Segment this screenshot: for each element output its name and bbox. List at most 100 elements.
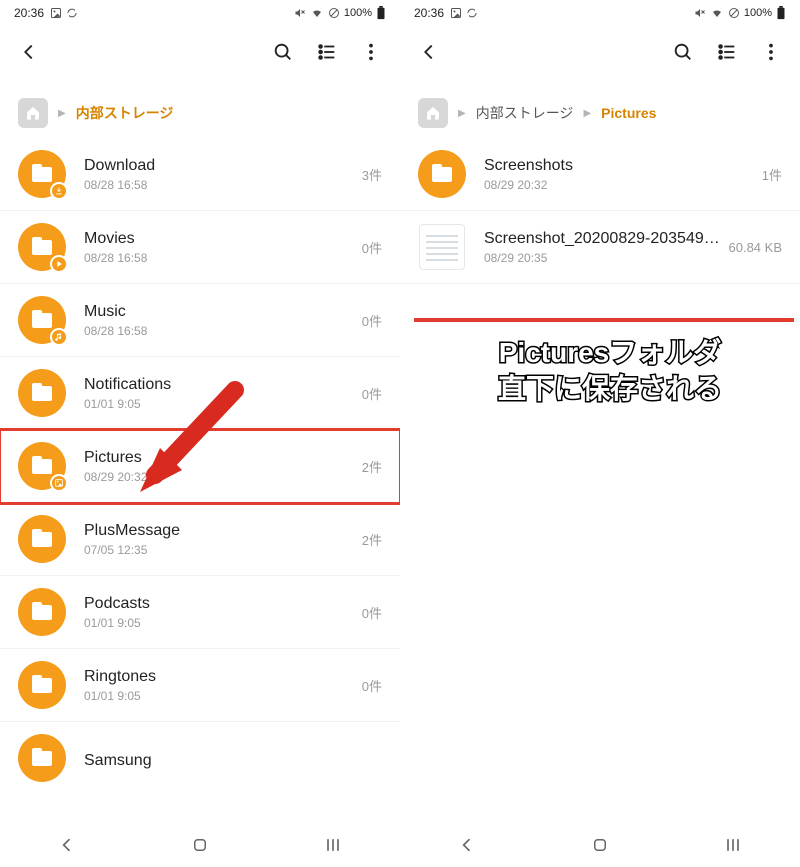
folder-icon: [18, 661, 66, 709]
folder-row-music[interactable]: Music08/28 16:580件: [0, 284, 400, 357]
search-button[interactable]: [264, 33, 302, 71]
folder-name: Notifications: [84, 375, 354, 394]
folder-icon: [18, 369, 66, 417]
recents-icon: [323, 835, 343, 855]
folder-row-notifications[interactable]: Notifications01/01 9:050件: [0, 357, 400, 430]
search-icon: [672, 41, 694, 63]
no-sim-icon: [328, 7, 340, 19]
folder-row-samsung[interactable]: Samsung: [0, 722, 400, 782]
folder-icon: [18, 150, 66, 198]
file-thumbnail: [418, 223, 466, 271]
breadcrumb-home[interactable]: [18, 98, 48, 128]
file-row-screenshot-20200829-203549-png[interactable]: Screenshot_20200829-203549.png08/29 20:3…: [400, 211, 800, 284]
breadcrumb-sep: ▶: [583, 108, 591, 119]
folder-row-movies[interactable]: Movies08/28 16:580件: [0, 211, 400, 284]
image-icon: [450, 7, 462, 19]
download-badge-icon: [50, 182, 68, 200]
list-view-icon: [316, 41, 338, 63]
breadcrumb-item-internal-storage[interactable]: 内部ストレージ: [476, 103, 574, 123]
breadcrumb-sep: ▶: [458, 108, 466, 119]
status-bar: 20:36 100%: [0, 0, 400, 24]
folder-count: 0件: [362, 676, 382, 695]
item-name: Screenshot_20200829-203549.png: [484, 229, 721, 248]
item-name: Screenshots: [484, 156, 754, 175]
folder-date: 08/28 16:58: [84, 251, 354, 265]
view-toggle-button[interactable]: [308, 33, 346, 71]
nav-home-button[interactable]: [169, 828, 231, 862]
folder-icon: [18, 588, 66, 636]
breadcrumb-item-internal-storage[interactable]: 内部ストレージ: [76, 103, 174, 123]
folder-row-screenshots[interactable]: Screenshots 08/29 20:32 1件: [400, 138, 800, 211]
nav-recents-button[interactable]: [301, 827, 365, 863]
nav-recents-button[interactable]: [701, 827, 765, 863]
recents-icon: [723, 835, 743, 855]
status-bar: 20:36 100%: [400, 0, 800, 24]
wifi-icon: [710, 7, 724, 19]
more-button[interactable]: [352, 33, 390, 71]
chevron-left-icon: [18, 41, 40, 63]
folder-name: Pictures: [84, 448, 354, 467]
folder-count: 2件: [362, 457, 382, 476]
item-date: 08/29 20:32: [484, 178, 754, 192]
folder-icon: [18, 223, 66, 271]
search-button[interactable]: [664, 33, 702, 71]
folder-count: 0件: [362, 603, 382, 622]
mute-icon: [294, 7, 306, 19]
folder-row-plusmessage[interactable]: PlusMessage07/05 12:352件: [0, 503, 400, 576]
folder-row-podcasts[interactable]: Podcasts 01/01 9:05 0件: [0, 576, 400, 649]
battery-percent: 100%: [744, 7, 772, 19]
folder-date: 08/29 20:32: [84, 470, 354, 484]
system-nav-bar: [0, 823, 400, 867]
folder-name: Podcasts: [84, 594, 354, 613]
folder-date: 07/05 12:35: [84, 543, 354, 557]
folder-icon: [18, 442, 66, 490]
breadcrumb-item-pictures[interactable]: Pictures: [601, 105, 656, 121]
home-icon: [25, 105, 41, 121]
folder-name: Download: [84, 156, 354, 175]
home-icon: [425, 105, 441, 121]
folder-date: 08/28 16:58: [84, 324, 354, 338]
nav-home-button[interactable]: [569, 828, 631, 862]
item-meta: 1件: [762, 165, 782, 184]
folder-list[interactable]: Screenshots 08/29 20:32 1件 Screenshot_20200…: [400, 138, 800, 481]
back-button[interactable]: [10, 33, 48, 71]
breadcrumb: ▶ 内部ストレージ: [0, 80, 400, 138]
view-toggle-button[interactable]: [708, 33, 746, 71]
folder-icon: [18, 734, 66, 782]
mute-icon: [694, 7, 706, 19]
chevron-left-icon: [57, 835, 77, 855]
status-time: 20:36: [414, 6, 444, 20]
nav-back-button[interactable]: [435, 827, 499, 863]
list-view-icon: [716, 41, 738, 63]
sync-icon: [466, 7, 478, 19]
image-icon: [50, 7, 62, 19]
nav-back-button[interactable]: [35, 827, 99, 863]
folder-row-ringtones[interactable]: Ringtones01/01 9:050件: [0, 649, 400, 722]
play-badge-icon: [50, 255, 68, 273]
dual-screenshot-canvas: 20:36 100%: [0, 0, 800, 867]
folder-row-download[interactable]: Download08/28 16:583件: [0, 138, 400, 211]
more-vertical-icon: [760, 41, 782, 63]
home-nav-icon: [591, 836, 609, 854]
left-screen: 20:36 100%: [0, 0, 400, 867]
folder-name: Music: [84, 302, 354, 321]
breadcrumb-home[interactable]: [418, 98, 448, 128]
wifi-icon: [310, 7, 324, 19]
more-button[interactable]: [752, 33, 790, 71]
image-badge-icon: [50, 474, 68, 492]
folder-count: 2件: [362, 530, 382, 549]
folder-count: 3件: [362, 165, 382, 184]
search-icon: [272, 41, 294, 63]
folder-name: Ringtones: [84, 667, 354, 686]
folder-list[interactable]: Download08/28 16:583件Movies08/28 16:580件…: [0, 138, 400, 823]
status-left-icons: [50, 7, 78, 19]
folder-icon: [18, 296, 66, 344]
battery-percent: 100%: [344, 7, 372, 19]
back-button[interactable]: [410, 33, 448, 71]
more-vertical-icon: [360, 41, 382, 63]
folder-date: 01/01 9:05: [84, 616, 354, 630]
folder-date: 01/01 9:05: [84, 397, 354, 411]
chevron-left-icon: [418, 41, 440, 63]
folder-row-pictures[interactable]: Pictures 08/29 20:32 2件: [0, 430, 400, 503]
chevron-left-icon: [457, 835, 477, 855]
